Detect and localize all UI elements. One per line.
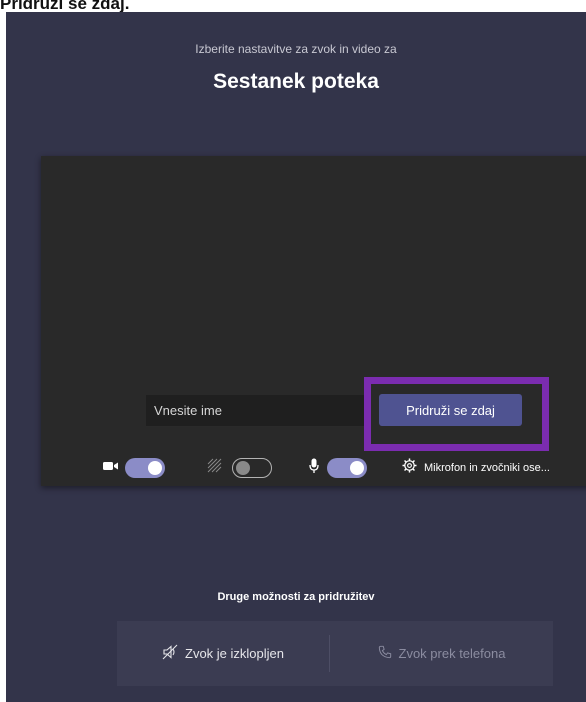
join-meeting-screen: Izberite nastavitve za zvok in video za … (6, 12, 586, 702)
join-now-button[interactable]: Pridruži se zdaj (379, 394, 522, 426)
microphone-toggle[interactable] (327, 458, 367, 478)
microphone-icon (309, 458, 319, 479)
other-join-options-label: Druge možnosti za pridružitev (217, 591, 375, 603)
device-settings-label: Mikrofon in zvočniki ose... (424, 462, 550, 474)
phone-audio-label: Zvok prek telefona (398, 646, 506, 661)
device-controls: Mikrofon in zvočniki ose... (41, 457, 586, 479)
speaker-off-icon (162, 644, 185, 663)
background-blur-toggle[interactable] (232, 458, 272, 478)
blur-icon (207, 458, 222, 478)
meeting-title: Sestanek poteka (213, 70, 379, 93)
camera-toggle[interactable] (125, 458, 165, 478)
camera-icon (103, 459, 119, 477)
video-preview: Pridruži se zdaj (41, 156, 586, 486)
settings-subtitle: Izberite nastavitve za zvok in video za (195, 42, 397, 56)
microphone-control (309, 457, 367, 479)
camera-control (103, 457, 165, 479)
phone-audio-option[interactable]: Zvok prek telefona (330, 621, 553, 686)
audio-off-label: Zvok je izklopljen (185, 646, 284, 661)
phone-icon (378, 645, 399, 662)
audio-off-option[interactable]: Zvok je izklopljen (117, 621, 329, 686)
background-blur-control (207, 457, 272, 479)
other-join-options: Zvok je izklopljen Zvok prek telefona (117, 621, 553, 686)
gear-icon (402, 458, 417, 478)
name-input[interactable] (146, 395, 371, 427)
device-settings-button[interactable]: Mikrofon in zvočniki ose... (402, 457, 550, 479)
